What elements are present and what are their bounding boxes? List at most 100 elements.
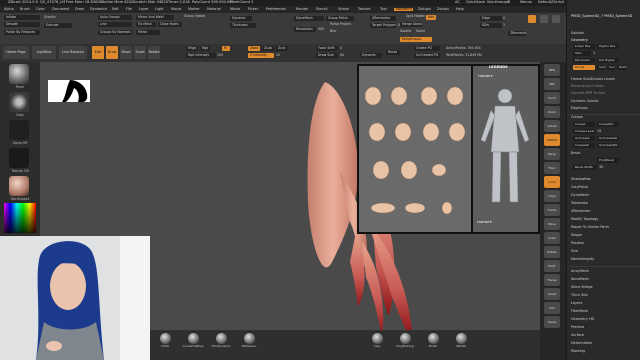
dynamic-size-button[interactable]: Dynamic [360, 53, 382, 58]
zremesher-button[interactable]: ZRemesher [370, 16, 396, 21]
tessimate-header[interactable]: Tessimate [571, 201, 588, 205]
reset-button[interactable]: Reset [386, 50, 400, 55]
fibermesh-header[interactable]: FiberMesh [571, 309, 588, 313]
resolution-slider[interactable]: Resolution [294, 27, 316, 32]
ghost-button[interactable]: Ghost [544, 288, 560, 300]
color-picker[interactable] [4, 203, 36, 233]
uncreated-pg-button[interactable]: UnCreated PG [414, 53, 440, 58]
extrude-button[interactable]: Extrude [44, 23, 72, 28]
menu-marker[interactable]: Marker [188, 7, 200, 11]
brush-thumbnail[interactable] [9, 64, 29, 84]
auto-groups-button[interactable]: Auto Groups [98, 15, 132, 20]
nanomesh-header[interactable]: NanoMesh [571, 277, 589, 281]
zremesher-header[interactable]: ZRemesher [571, 209, 590, 213]
scale-button[interactable]: Scale [134, 46, 146, 59]
position-header[interactable]: Position [571, 241, 584, 245]
crease-button[interactable]: Crease [573, 122, 595, 127]
menu-tool[interactable]: Tool [380, 7, 387, 11]
gravity-label[interactable]: Gravity [44, 15, 56, 19]
layers-header[interactable]: Layers [571, 301, 582, 305]
alpha-icon[interactable] [552, 15, 560, 23]
quicksave-button[interactable]: QuickSave [466, 0, 485, 5]
aahalf-button[interactable]: AAHalf [544, 134, 560, 146]
default-zscript[interactable]: DefaultZScript [538, 0, 564, 5]
z-intensity-slider[interactable]: Z Intensity [248, 53, 274, 58]
brush-polish[interactable]: Polish [420, 333, 446, 348]
prop-bevel-button[interactable]: PropBevel [597, 158, 619, 163]
higher-res-button[interactable]: Higher Res [597, 44, 619, 49]
target-polycount-slider[interactable]: Target Polygons Count [370, 23, 396, 28]
fix-mesh-button[interactable]: Fix Mesh [136, 22, 156, 27]
edit-button[interactable]: Edit [92, 46, 104, 59]
zoom-button[interactable]: Zoom [544, 106, 560, 118]
menus-toggle[interactable]: Menus [520, 0, 532, 5]
menu-alpha[interactable]: Alpha [4, 7, 14, 11]
menu-dynamics[interactable]: Dynamics [90, 7, 107, 11]
persp-button[interactable]: Persp [544, 148, 560, 160]
menu-render[interactable]: Render [296, 7, 308, 11]
crease-header[interactable]: Crease [571, 115, 583, 119]
polish-features-button[interactable]: Polish By Features [4, 30, 40, 35]
merge-down-button[interactable]: Merge Down [400, 22, 422, 27]
del-lower-button[interactable]: Del Lower [573, 58, 595, 63]
brush-clay[interactable]: Clay [364, 333, 390, 348]
menu-material[interactable]: Material [207, 7, 221, 11]
thickness-slider[interactable]: Thickness [230, 23, 256, 28]
brush-claybuildup[interactable]: ClayBuildup [392, 333, 418, 348]
surface-header[interactable]: Surface [571, 333, 584, 337]
geometry-header[interactable]: Geometry [571, 38, 588, 42]
live-boolean-button[interactable]: Live Boolean [59, 46, 87, 59]
keep-groups-button[interactable]: KeepGroups [400, 37, 432, 42]
move-view-button[interactable]: Move [544, 218, 560, 230]
reuv-button[interactable]: ReUV [617, 65, 627, 70]
convert-bpr-button[interactable]: Convert BPR To Geo [571, 91, 605, 95]
menu-file[interactable]: File [126, 7, 132, 11]
draw-button[interactable]: Draw [106, 46, 118, 59]
masking-header[interactable]: Masking [571, 349, 585, 353]
dynamic-subdiv-header[interactable]: Dynamic Subdiv [571, 99, 599, 103]
transp-button[interactable]: Transp [544, 274, 560, 286]
solo-button[interactable]: Solo [544, 302, 560, 314]
menu-stroke[interactable]: Stroke [338, 7, 349, 11]
bevel-header[interactable]: Bevel [571, 151, 580, 155]
group-visible-label[interactable]: Group Visible [184, 14, 205, 18]
reconstruct-subdiv-button[interactable]: Reconstruct Subdiv [571, 84, 604, 88]
zsub-button[interactable]: Zsub [262, 46, 274, 51]
scroll-button[interactable]: Scroll [544, 92, 560, 104]
polyf-button[interactable]: PolyF [544, 260, 560, 272]
claypolish-header[interactable]: ClayPolish [571, 185, 588, 189]
geometry-hd-header[interactable]: Geometry HD [571, 317, 594, 321]
smooth-button[interactable]: Smooth [4, 22, 40, 27]
dynamesh-button[interactable]: DynaMesh [294, 16, 324, 21]
crease-pg-button[interactable]: CreasePG [597, 122, 619, 127]
slime-bridge-header[interactable]: Slime Bridge [571, 285, 593, 289]
double-label[interactable]: Double [400, 29, 411, 33]
sdiv-slider[interactable]: SDiv [480, 23, 502, 28]
brush-trimdynamic[interactable]: TrimDynamic [208, 333, 234, 348]
menu-document[interactable]: Document [52, 7, 70, 11]
blur-label[interactable]: Blur [330, 29, 336, 33]
m-button[interactable]: M [222, 46, 230, 51]
mirror-button[interactable]: Mirror [136, 30, 160, 35]
line-button[interactable]: Line [98, 22, 132, 27]
rgb-button[interactable]: Rgb [200, 46, 210, 51]
lightbox-button[interactable]: LightBox [32, 46, 56, 59]
crease-all-button[interactable]: CreaseAll [573, 143, 595, 148]
modify-topology-header[interactable]: Modify Topology [571, 217, 598, 221]
menu-zplugin[interactable]: Zplugin [418, 7, 431, 11]
rotate-view-button[interactable]: Rotate [544, 246, 560, 258]
move-button[interactable]: Move [120, 46, 132, 59]
create-pg-button[interactable]: Create PG [414, 46, 440, 51]
project-label[interactable]: Project [340, 22, 351, 26]
smt-button[interactable]: Smt [597, 65, 605, 70]
del-higher-button[interactable]: Del Higher [597, 58, 619, 63]
edge-slider[interactable]: Edge [480, 16, 502, 21]
bpr-button[interactable]: BPR [544, 64, 560, 76]
deformation-header[interactable]: Deformation [571, 341, 592, 345]
groups-normals-button[interactable]: Groups By Normals [98, 30, 132, 35]
menu-transform[interactable]: Transform [394, 7, 413, 11]
stager-header[interactable]: Stager [571, 233, 582, 237]
rgb-intensity-slider[interactable]: Rgb Intensity [186, 53, 216, 58]
close-holes-button[interactable]: Close Holes [158, 22, 182, 27]
menu-layer[interactable]: Layer [139, 7, 148, 11]
